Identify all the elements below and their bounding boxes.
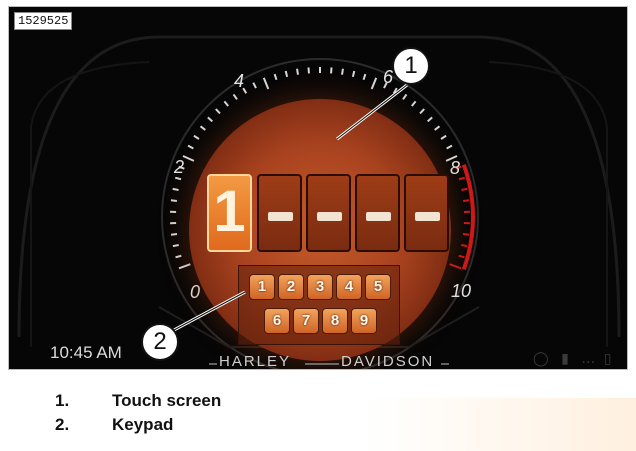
gauge-tick xyxy=(215,108,221,115)
bluetooth-icon: ▮ xyxy=(561,351,569,367)
gauge-tick xyxy=(351,70,356,78)
pin-digit-2-dash xyxy=(268,212,293,221)
gauge-tick xyxy=(207,116,213,123)
gauge-tick xyxy=(449,263,462,270)
pin-digit-1-value: 1 xyxy=(213,179,246,244)
gauge-label-0: 0 xyxy=(190,282,201,302)
gauge-tick xyxy=(440,134,447,140)
gauge-tick xyxy=(461,243,468,248)
keypad-key-7[interactable]: 7 xyxy=(293,308,319,334)
gauge-tick xyxy=(284,70,289,78)
photo-id-label: 1529525 xyxy=(14,12,73,30)
gauge-tick xyxy=(175,254,182,259)
gauge-tick xyxy=(419,108,425,115)
keypad: 1 2 3 4 5 6 7 8 9 xyxy=(238,265,400,345)
gauge-tick xyxy=(461,187,468,191)
phone-icon: ◯ xyxy=(533,351,549,367)
gauge-tick xyxy=(170,199,178,202)
gauge-tick xyxy=(178,263,191,270)
gauge-tick xyxy=(252,82,257,89)
gauge-tick xyxy=(434,125,441,131)
gauge-label-8: 8 xyxy=(450,158,461,178)
pin-digit-2[interactable] xyxy=(257,174,302,252)
gauge-tick xyxy=(223,100,229,107)
gauge-tick xyxy=(411,100,417,107)
gauge-label-10: 10 xyxy=(451,281,472,301)
brand-logo: HARLEY DAVIDSON xyxy=(209,353,449,370)
keypad-key-3[interactable]: 3 xyxy=(307,274,333,300)
keypad-key-6[interactable]: 6 xyxy=(264,308,290,334)
caption-label-1: Touch screen xyxy=(112,391,222,410)
gauge-tick xyxy=(273,73,278,81)
keypad-key-2[interactable]: 2 xyxy=(278,274,304,300)
gauge-tick xyxy=(199,125,206,131)
gauge-tick xyxy=(170,233,178,236)
battery-icon: ▯ xyxy=(603,351,612,367)
watermark xyxy=(366,398,636,451)
caption-item-1: 1. Touch screen xyxy=(55,391,221,411)
brand-word-davidson: DAVIDSON xyxy=(341,353,435,370)
pin-digit-4[interactable] xyxy=(355,174,400,252)
keypad-key-4[interactable]: 4 xyxy=(336,274,362,300)
gauge-tick xyxy=(341,68,344,75)
callout-1: 1 xyxy=(392,47,430,85)
gauge-tick xyxy=(462,199,470,202)
pin-digit-1[interactable]: 1 xyxy=(207,174,252,252)
gauge-tick xyxy=(392,87,398,94)
keypad-key-5[interactable]: 5 xyxy=(365,274,391,300)
callout-2: 2 xyxy=(141,323,179,361)
gauge-tick xyxy=(193,134,200,140)
gauge-tick xyxy=(187,144,194,150)
gauge-tick xyxy=(232,93,238,100)
caption-item-2: 2. Keypad xyxy=(55,415,173,435)
gauge-tick xyxy=(446,144,453,150)
gauge-tick xyxy=(172,243,179,248)
instrument-photo: 1529525 0 2 4 6 8 10 1 1 2 3 4 5 6 7 8 9… xyxy=(8,6,628,370)
signal-icon: … xyxy=(581,351,596,367)
keypad-key-9[interactable]: 9 xyxy=(351,308,377,334)
pin-digit-3[interactable] xyxy=(306,174,351,252)
brand-word-harley: HARLEY xyxy=(219,353,292,370)
gauge-tick xyxy=(296,68,299,75)
clock-display: 10:45 AM xyxy=(50,343,122,362)
gauge-tick xyxy=(172,187,179,191)
gauge-tick xyxy=(462,233,470,236)
pin-digit-4-dash xyxy=(366,212,391,221)
gauge-tick xyxy=(182,155,195,162)
gauge-tick xyxy=(362,73,367,81)
pin-digit-5[interactable] xyxy=(404,174,449,252)
keypad-key-8[interactable]: 8 xyxy=(322,308,348,334)
gauge-label-4: 4 xyxy=(234,71,245,91)
gauge-label-2: 2 xyxy=(174,157,185,177)
caption-number-2: 2. xyxy=(55,415,70,434)
caption-label-2: Keypad xyxy=(112,415,174,434)
gauge-tick xyxy=(402,93,408,100)
gauge-tick xyxy=(458,254,465,259)
caption-number-1: 1. xyxy=(55,391,70,410)
gauge-tick xyxy=(262,77,270,90)
keypad-key-1[interactable]: 1 xyxy=(249,274,275,300)
gauge-tick xyxy=(370,77,378,90)
pin-digit-3-dash xyxy=(317,212,342,221)
status-icons: ◯ ▮ … ▯ xyxy=(533,351,611,367)
pin-digit-5-dash xyxy=(415,212,440,221)
gauge-tick xyxy=(427,116,433,123)
